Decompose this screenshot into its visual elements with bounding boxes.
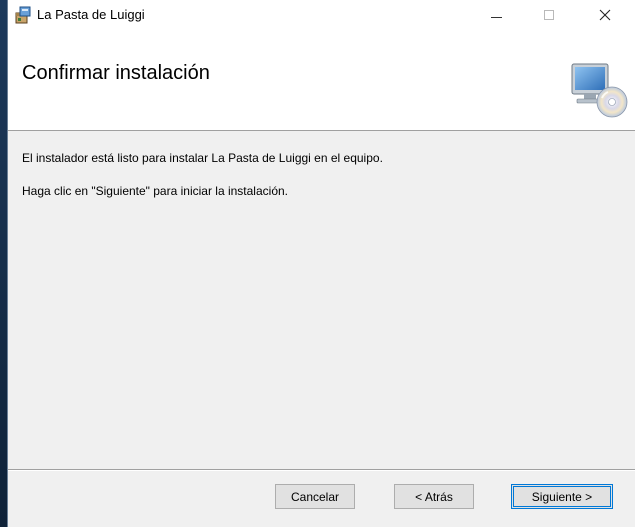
next-button-label: Siguiente > (531, 489, 593, 504)
window-title: La Pasta de Luiggi (37, 7, 145, 22)
desktop-background (0, 0, 8, 527)
back-button[interactable]: < Atrás (394, 484, 474, 509)
computer-cd-icon (568, 58, 630, 120)
back-button-label: < Atrás (415, 489, 453, 504)
header-banner: Confirmar instalación (8, 30, 635, 131)
close-icon (599, 9, 611, 21)
page-title: Confirmar instalación (22, 62, 210, 84)
minimize-button[interactable] (474, 0, 518, 30)
cancel-button[interactable]: Cancelar (275, 484, 355, 509)
installer-window: La Pasta de Luiggi Confirmar instalación (8, 0, 635, 527)
title-bar[interactable]: La Pasta de Luiggi (8, 0, 635, 30)
cancel-button-label: Cancelar (290, 489, 340, 504)
close-button[interactable] (583, 0, 627, 30)
next-button[interactable]: Siguiente > (511, 484, 613, 509)
body-text-ready: El instalador está listo para instalar L… (22, 151, 383, 165)
maximize-icon (544, 10, 554, 20)
body-text-instruction: Haga clic en "Siguiente" para iniciar la… (22, 184, 288, 198)
footer-divider (8, 469, 635, 471)
installer-package-icon (14, 6, 32, 24)
maximize-button[interactable] (527, 0, 571, 30)
minimize-icon (490, 16, 502, 18)
